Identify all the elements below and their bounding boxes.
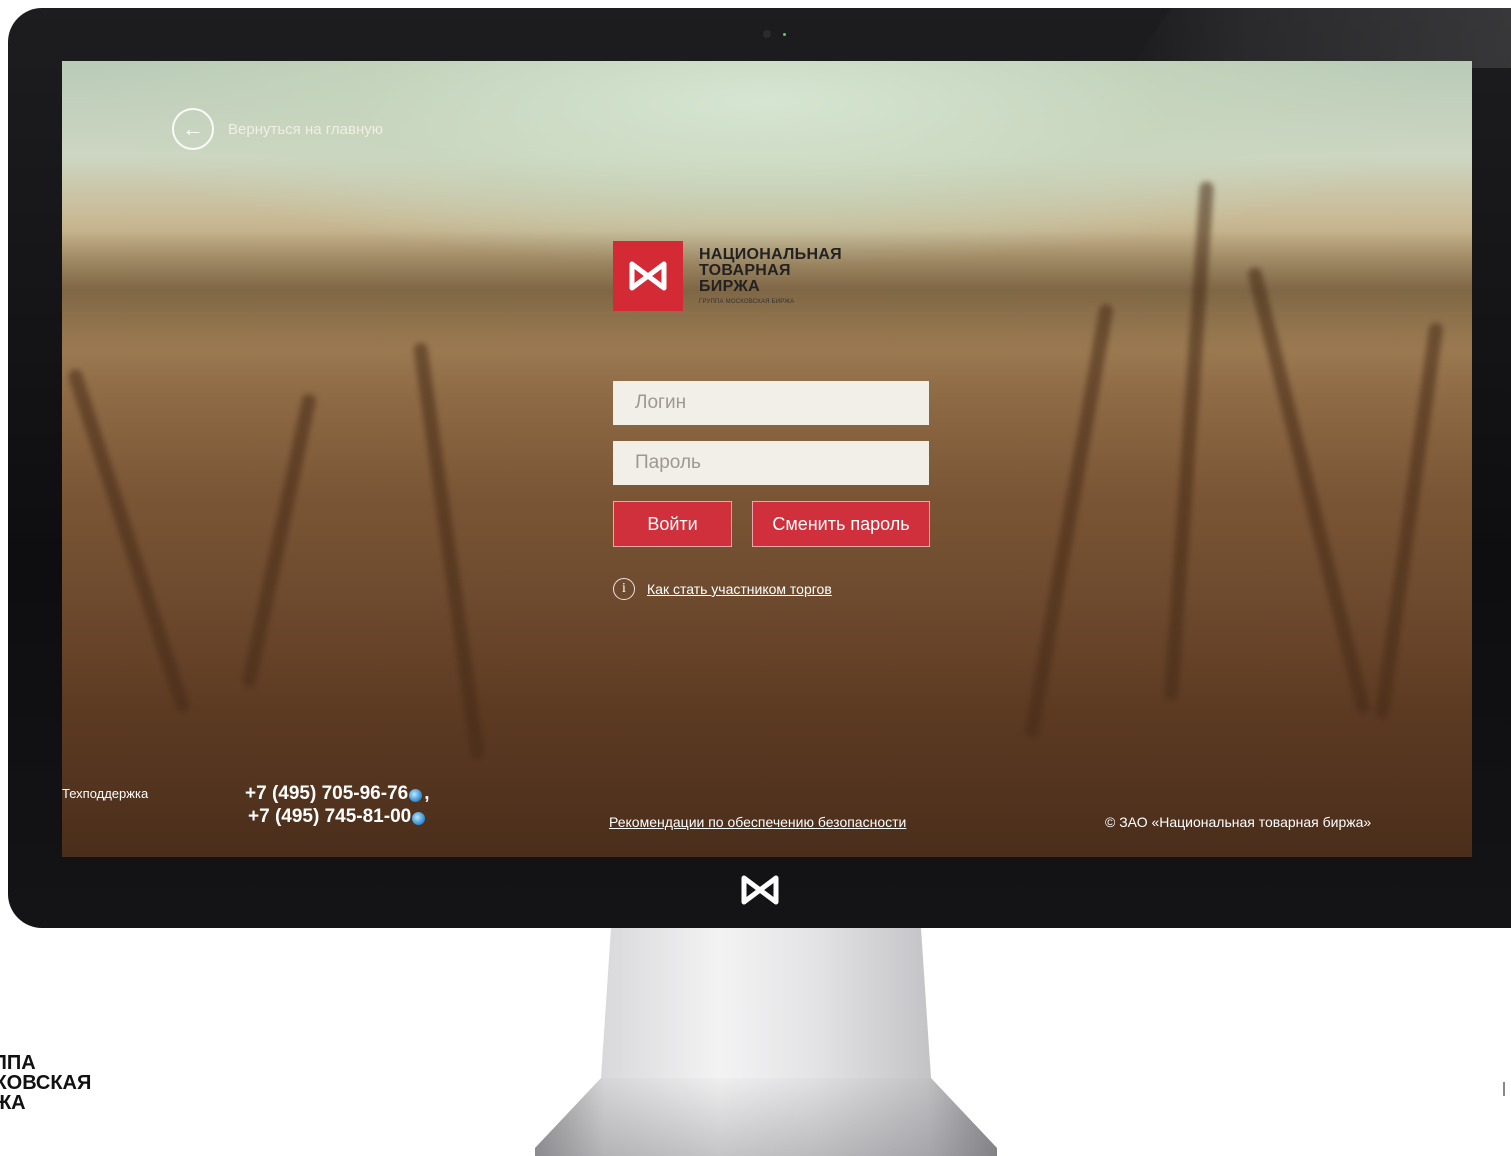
wheat-stalk (66, 367, 192, 715)
copyright: © ЗАО «Национальная товарная биржа» (1105, 814, 1372, 830)
become-participant: i Как стать участником торгов (613, 578, 832, 600)
change-password-button[interactable]: Сменить пароль (752, 501, 930, 547)
wheat-stalk (1023, 303, 1115, 739)
back-to-home-link[interactable]: ← Вернуться на главную (172, 108, 383, 150)
phone-2: +7 (495) 745-81-00 (245, 805, 429, 828)
corner-brand-line-3: РЖА (0, 1092, 26, 1114)
arrow-left-icon: ← (172, 108, 214, 150)
corner-brand-line-1: УППА (0, 1052, 36, 1074)
phone-2-number[interactable]: +7 (495) 745-81-00 (248, 805, 411, 828)
wheat-stalk (1374, 321, 1444, 721)
camera-icon (763, 30, 771, 38)
corner-brand: УППА СКОВСКАЯ РЖА (0, 1053, 91, 1113)
skype-call-icon[interactable] (412, 812, 426, 825)
phone-separator: , (424, 783, 430, 804)
support-phones: +7 (495) 705-96-76 , +7 (495) 745-81-00 (245, 782, 429, 828)
support-label: Техподдержка (62, 786, 149, 801)
monitor-stand-shadow (535, 1078, 997, 1156)
become-participant-link[interactable]: Как стать участником торгов (647, 581, 832, 597)
wheat-stalk (412, 342, 486, 760)
corner-brand-line-2: СКОВСКАЯ (0, 1072, 92, 1094)
login-input[interactable] (613, 381, 929, 425)
skype-call-icon[interactable] (409, 789, 423, 802)
bezel-reflection (1131, 8, 1511, 68)
wheat-stalk (240, 392, 318, 690)
info-icon: i (613, 578, 635, 600)
back-link-label: Вернуться на главную (228, 120, 383, 138)
security-recommendations-link[interactable]: Рекомендации по обеспечению безопасности (609, 814, 906, 830)
moex-bezel-logo-icon (741, 875, 779, 910)
logo-line-3: БИРЖА (699, 278, 760, 295)
phone-1-number[interactable]: +7 (495) 705-96-76 (245, 782, 408, 805)
exchange-logo: НАЦИОНАЛЬНАЯ ТОВАРНАЯ БИРЖА ГРУППА МОСКО… (613, 241, 842, 311)
logo-line-2: ТОВАРНАЯ (699, 262, 791, 279)
edge-mark (1503, 1082, 1511, 1096)
login-screen: ← Вернуться на главную НАЦИОНАЛЬНАЯ ТОВА… (62, 61, 1472, 857)
logo-line-1: НАЦИОНАЛЬНАЯ (699, 246, 842, 263)
logo-mark-icon (613, 241, 683, 311)
login-button[interactable]: Войти (613, 501, 732, 547)
password-input[interactable] (613, 441, 929, 485)
camera-led-icon (783, 33, 786, 36)
logo-subline: ГРУППА МОСКОВСКАЯ БИРЖА (699, 299, 795, 305)
phone-1: +7 (495) 705-96-76 , (245, 782, 429, 805)
